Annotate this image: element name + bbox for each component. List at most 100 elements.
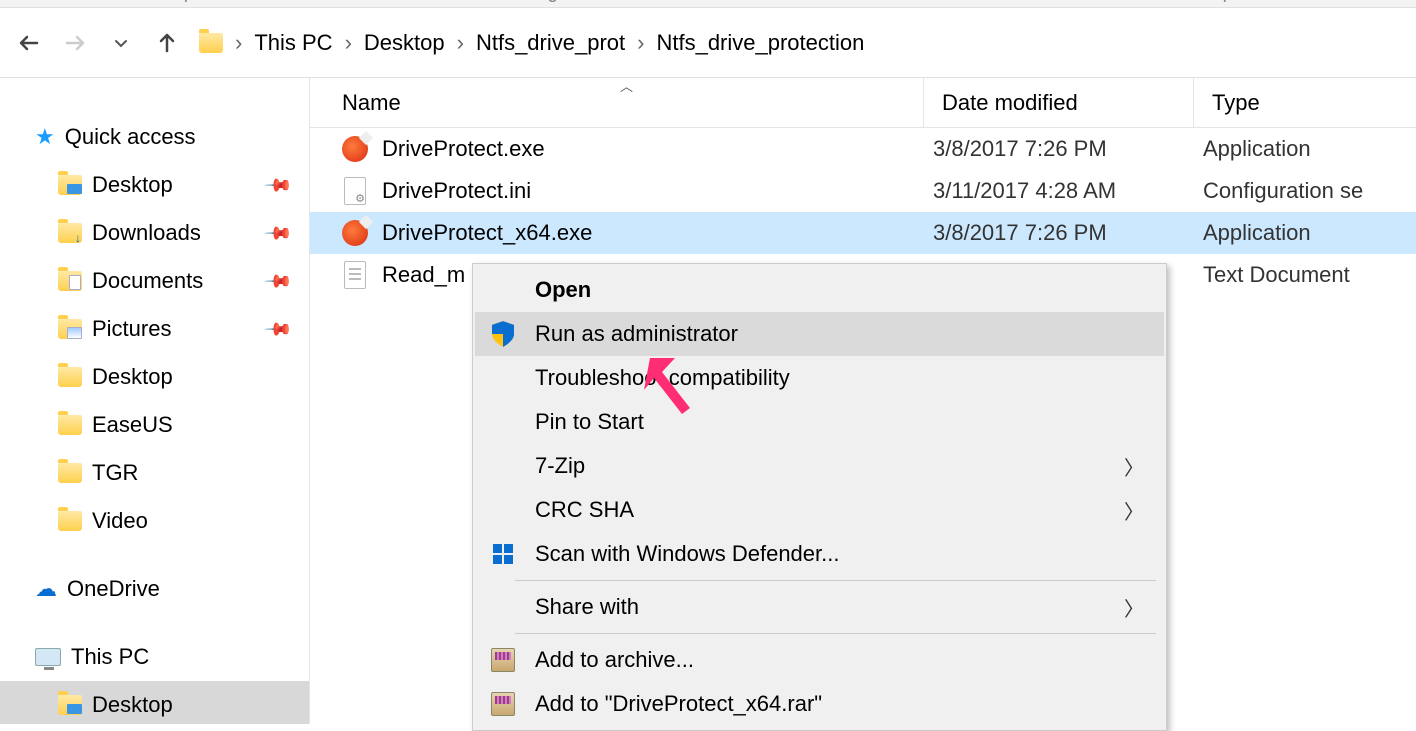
column-header-type[interactable]: Type — [1193, 78, 1416, 127]
sidebar-item-easeus[interactable]: EaseUS — [0, 401, 309, 449]
sidebar-item-label: Video — [92, 508, 148, 534]
chevron-right-icon[interactable]: › — [457, 30, 464, 56]
annotation-arrow — [640, 350, 700, 420]
file-row[interactable]: DriveProtect.exe 3/8/2017 7:26 PM Applic… — [310, 128, 1416, 170]
menu-label: Share with — [535, 594, 639, 620]
sidebar-item-pictures[interactable]: Pictures 📌 — [0, 305, 309, 353]
menu-label: Add to "DriveProtect_x64.rar" — [535, 691, 822, 717]
txt-icon — [344, 261, 366, 289]
navigation-bar: › This PC › Desktop › Ntfs_drive_prot › … — [0, 8, 1416, 78]
up-button[interactable] — [153, 29, 181, 57]
recent-dropdown[interactable] — [107, 29, 135, 57]
sidebar-item-documents[interactable]: Documents 📌 — [0, 257, 309, 305]
menu-item-open[interactable]: Open — [475, 268, 1164, 312]
sidebar-item-label: EaseUS — [92, 412, 173, 438]
sidebar-item-video[interactable]: Video — [0, 497, 309, 545]
menu-item-share[interactable]: Share with 〉 — [475, 585, 1164, 629]
menu-label: Add to archive... — [535, 647, 694, 673]
folder-icon — [199, 33, 223, 53]
menu-item-add-named-archive[interactable]: Add to "DriveProtect_x64.rar" — [475, 682, 1164, 726]
file-row[interactable]: DriveProtect_x64.exe 3/8/2017 7:26 PM Ap… — [310, 212, 1416, 254]
folder-icon — [58, 271, 82, 291]
exe-icon — [342, 136, 368, 162]
menu-label: Scan with Windows Defender... — [535, 541, 839, 567]
folder-icon — [58, 367, 82, 387]
sidebar-item-label: Quick access — [65, 124, 196, 150]
sidebar-item-label: TGR — [92, 460, 138, 486]
forward-button[interactable] — [61, 29, 89, 57]
menu-separator — [515, 580, 1156, 581]
sidebar-onedrive[interactable]: ☁ OneDrive — [0, 565, 309, 613]
pin-icon: 📌 — [262, 314, 293, 345]
chevron-right-icon[interactable]: › — [235, 30, 242, 56]
chevron-right-icon: 〉 — [1124, 496, 1144, 525]
shield-icon — [489, 320, 517, 348]
file-name: DriveProtect.ini — [382, 178, 925, 204]
menu-label: Run as administrator — [535, 321, 738, 347]
menu-item-add-archive[interactable]: Add to archive... — [475, 638, 1164, 682]
folder-icon — [58, 695, 82, 715]
menu-label: Pin to Start — [535, 409, 644, 435]
sort-caret-icon: ︿ — [620, 76, 633, 95]
back-button[interactable] — [15, 29, 43, 57]
sidebar-item-desktop[interactable]: Desktop — [0, 681, 309, 724]
menu-label: Open — [535, 277, 591, 303]
menu-item-7zip[interactable]: 7-Zip 〉 — [475, 444, 1164, 488]
menu-item-defender[interactable]: Scan with Windows Defender... — [475, 532, 1164, 576]
sidebar-item-label: Downloads — [92, 220, 201, 246]
sidebar-item-label: Desktop — [92, 692, 173, 718]
sidebar-item-desktop[interactable]: Desktop — [0, 353, 309, 401]
file-date: 3/11/2017 4:28 AM — [925, 178, 1195, 204]
sidebar-item-downloads[interactable]: Downloads 📌 — [0, 209, 309, 257]
menu-label: CRC SHA — [535, 497, 634, 523]
menu-item-pin-start[interactable]: Pin to Start — [475, 400, 1164, 444]
sidebar-item-label: Desktop — [92, 364, 173, 390]
column-headers: ︿ Name Date modified Type — [310, 78, 1416, 128]
defender-icon — [489, 540, 517, 568]
file-type: Text Document — [1195, 262, 1350, 288]
menu-label: 7-Zip — [535, 453, 585, 479]
sidebar-item-label: OneDrive — [67, 576, 160, 602]
sidebar-item-label: This PC — [71, 644, 149, 670]
breadcrumb-item[interactable]: Ntfs_drive_protection — [656, 30, 864, 56]
sidebar-item-label: Documents — [92, 268, 203, 294]
breadcrumb-item[interactable]: This PC — [254, 30, 332, 56]
folder-icon — [58, 511, 82, 531]
folder-icon — [58, 223, 82, 243]
folder-icon — [58, 319, 82, 339]
menu-item-troubleshoot[interactable]: Troubleshoot compatibility — [475, 356, 1164, 400]
sidebar-this-pc[interactable]: This PC — [0, 633, 309, 681]
ini-icon — [344, 177, 366, 205]
cloud-icon: ☁ — [35, 576, 57, 602]
ribbon-section-labels: Clipboard Organize New Open — [0, 0, 1416, 8]
sidebar-item-desktop[interactable]: Desktop 📌 — [0, 161, 309, 209]
rar-icon — [489, 646, 517, 674]
star-icon: ★ — [35, 124, 55, 150]
sidebar-item-label: Pictures — [92, 316, 171, 342]
breadcrumb-item[interactable]: Desktop — [364, 30, 445, 56]
navigation-sidebar: ★ Quick access Desktop 📌 Downloads 📌 Doc… — [0, 78, 310, 724]
file-row[interactable]: DriveProtect.ini 3/11/2017 4:28 AM Confi… — [310, 170, 1416, 212]
file-type: Application — [1195, 220, 1311, 246]
file-name: DriveProtect_x64.exe — [382, 220, 925, 246]
sidebar-quick-access[interactable]: ★ Quick access — [0, 113, 309, 161]
menu-separator — [515, 633, 1156, 634]
menu-item-crc-sha[interactable]: CRC SHA 〉 — [475, 488, 1164, 532]
chevron-right-icon[interactable]: › — [637, 30, 644, 56]
file-type: Application — [1195, 136, 1311, 162]
pc-icon — [35, 648, 61, 666]
chevron-right-icon: 〉 — [1124, 452, 1144, 481]
sidebar-item-label: Desktop — [92, 172, 173, 198]
file-type: Configuration se — [1195, 178, 1363, 204]
context-menu: Open Run as administrator Troubleshoot c… — [472, 263, 1167, 731]
chevron-right-icon[interactable]: › — [345, 30, 352, 56]
file-name: DriveProtect.exe — [382, 136, 925, 162]
rar-icon — [489, 690, 517, 718]
column-header-date[interactable]: Date modified — [923, 78, 1193, 127]
menu-item-run-as-admin[interactable]: Run as administrator — [475, 312, 1164, 356]
folder-icon — [58, 175, 82, 195]
breadcrumb[interactable]: › This PC › Desktop › Ntfs_drive_prot › … — [199, 30, 864, 56]
pin-icon: 📌 — [262, 266, 293, 297]
breadcrumb-item[interactable]: Ntfs_drive_prot — [476, 30, 625, 56]
sidebar-item-tgr[interactable]: TGR — [0, 449, 309, 497]
